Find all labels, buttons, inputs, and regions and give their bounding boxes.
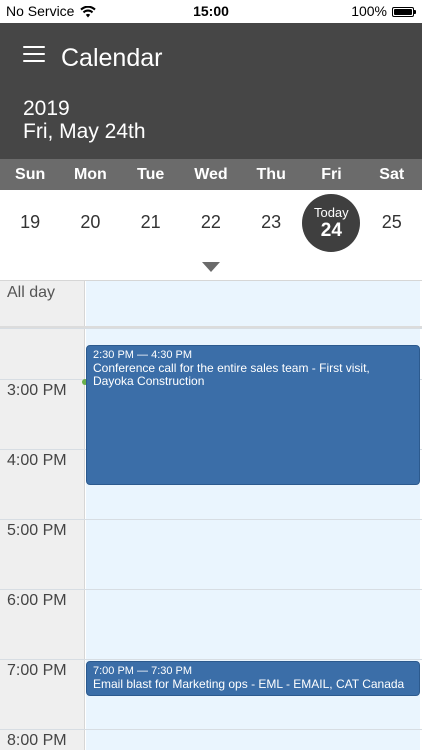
hour-label: 4:00 PM — [7, 452, 67, 469]
date-cell-today[interactable]: Today 24 — [301, 190, 361, 254]
hour-label: 8:00 PM — [7, 732, 67, 749]
status-right: 100% — [351, 0, 416, 23]
date-cell-21[interactable]: 21 — [121, 190, 181, 254]
date-cell-22[interactable]: 22 — [181, 190, 241, 254]
hour-label: 7:00 PM — [7, 662, 67, 679]
today-indicator[interactable]: Today 24 — [302, 194, 361, 252]
weekday-label: Thu — [256, 166, 286, 183]
date-cell-25[interactable]: 25 — [362, 190, 422, 254]
hour-label: 5:00 PM — [7, 522, 67, 539]
event-conference-call[interactable]: 2:30 PM — 4:30 PM Conference call for th… — [86, 345, 420, 485]
all-day-slot[interactable] — [86, 281, 420, 326]
page-title: Calendar — [61, 44, 163, 72]
date-cell-20[interactable]: 20 — [60, 190, 120, 254]
status-bar: No Service 15:00 100% — [0, 0, 422, 23]
date-cell-23[interactable]: 23 — [241, 190, 301, 254]
week-date-row: 19 20 21 22 23 Today 24 25 — [0, 190, 422, 254]
all-day-row: All day — [0, 281, 422, 328]
expand-week-toggle[interactable] — [0, 254, 422, 281]
hour-line — [0, 659, 422, 660]
all-day-label: All day — [0, 281, 85, 326]
weekday-label: Sun — [15, 166, 46, 183]
hour-line — [0, 519, 422, 520]
app-header: Calendar 2019 Fri, May 24th — [0, 23, 422, 159]
selected-date: Fri, May 24th — [23, 120, 146, 143]
today-label: Today — [313, 205, 349, 220]
battery-icon — [392, 6, 416, 17]
weekday-label: Mon — [73, 166, 107, 183]
hour-label: 6:00 PM — [7, 592, 67, 609]
hour-label: 3:00 PM — [7, 382, 67, 399]
weekday-label: Tue — [137, 166, 165, 183]
weekday-label: Sat — [379, 166, 405, 183]
chevron-down-icon[interactable] — [202, 262, 220, 272]
time-grid[interactable]: 3:00 PM 4:00 PM 5:00 PM 6:00 PM 7:00 PM … — [0, 328, 422, 750]
weekday-label: Fri — [321, 166, 342, 183]
hamburger-menu-icon[interactable] — [23, 46, 45, 64]
hour-line — [0, 328, 422, 329]
hour-line — [0, 589, 422, 590]
event-title: Email blast for Marketing ops - EML - EM… — [93, 677, 405, 691]
weekday-label: Wed — [194, 166, 228, 183]
hour-line — [0, 729, 422, 730]
weekday-header: Sun Mon Tue Wed Thu Fri Sat — [0, 159, 422, 190]
event-email-blast[interactable]: 7:00 PM — 7:30 PM Email blast for Market… — [86, 661, 420, 696]
battery-percent: 100% — [351, 3, 387, 19]
today-date: 24 — [320, 220, 342, 241]
selected-year: 2019 — [23, 97, 70, 120]
event-title: Conference call for the entire sales tea… — [93, 361, 370, 388]
date-cell-19[interactable]: 19 — [0, 190, 60, 254]
